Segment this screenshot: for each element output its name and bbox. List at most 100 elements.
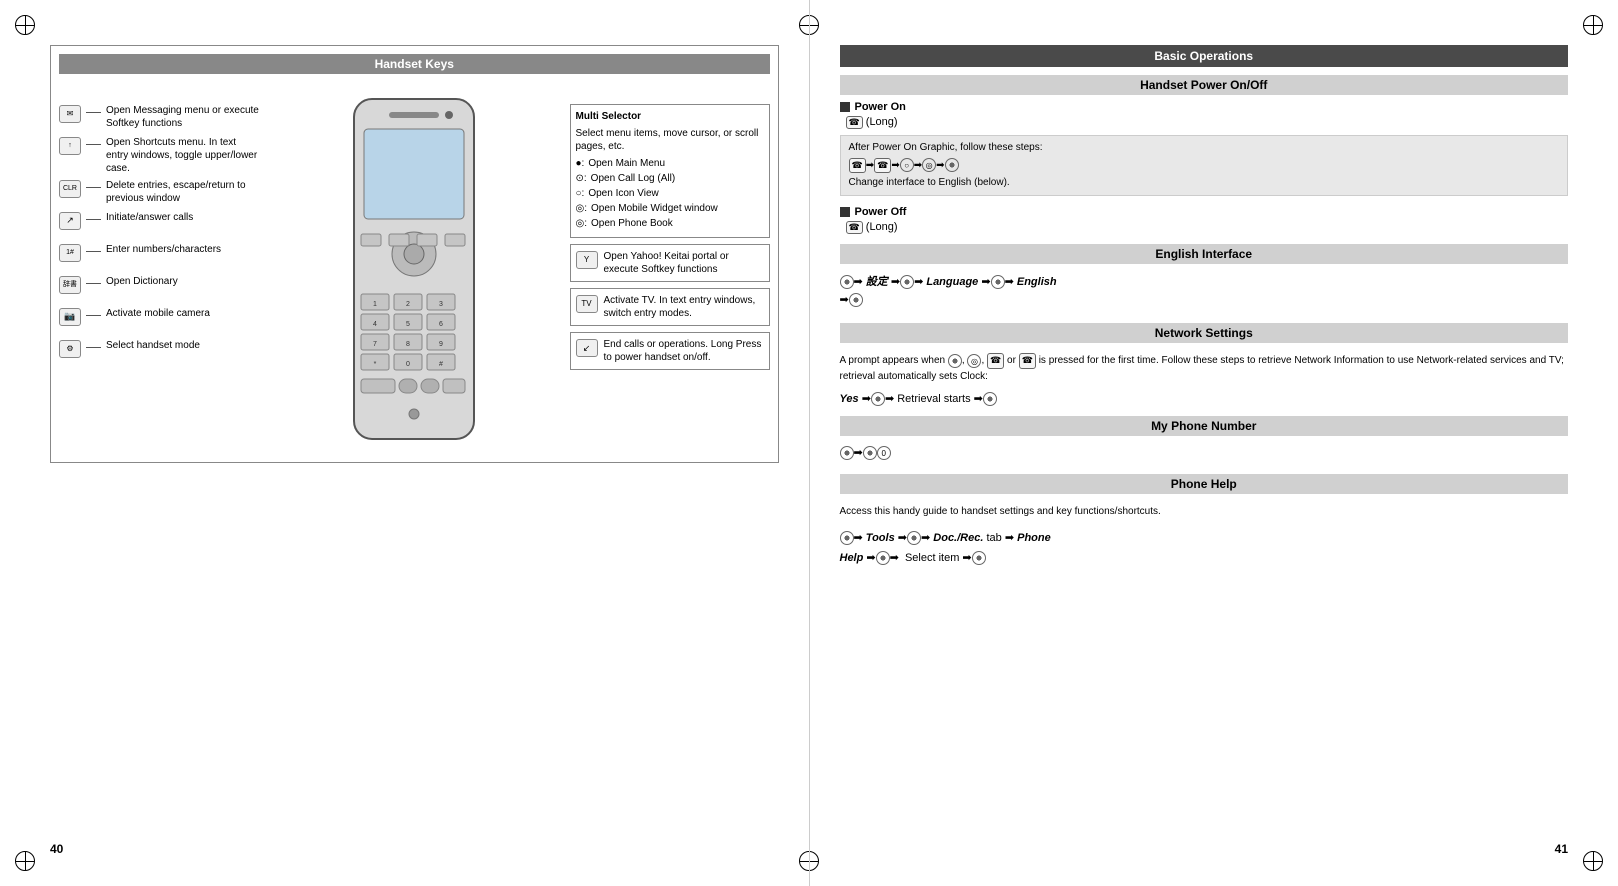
- network-steps: Yes ➡➡ Retrieval starts ➡: [840, 392, 1569, 406]
- bullet: ⊙:: [576, 172, 587, 185]
- list-item: ↗ Initiate/answer calls: [59, 211, 259, 239]
- camera-icon: 📷: [59, 308, 81, 326]
- list-item: 📷 Activate mobile camera: [59, 307, 259, 335]
- yahoo-label: Open Yahoo! Keitai portal or execute Sof…: [604, 250, 764, 276]
- numbers-icon: 1#: [59, 244, 81, 262]
- page-spread: Handset Keys ✉ Open Messaging menu or ex…: [0, 0, 1618, 886]
- list-item: 1# Enter numbers/characters: [59, 243, 259, 271]
- phone-help-intro: Access this handy guide to handset setti…: [840, 500, 1569, 523]
- info-intro: After Power On Graphic, follow these ste…: [849, 141, 1560, 155]
- end-callout: ↙ End calls or operations. Long Press to…: [570, 332, 770, 370]
- handset-keys-section: Handset Keys ✉ Open Messaging menu or ex…: [50, 45, 779, 463]
- multi-selector-callout: Multi Selector Select menu items, move c…: [570, 104, 770, 238]
- power-on-label: Power On: [840, 101, 1569, 113]
- svg-text:*: *: [374, 361, 377, 368]
- svg-text:1: 1: [373, 301, 377, 308]
- label-text: Open Shortcuts menu. In text entry windo…: [106, 136, 259, 175]
- bullet: ●:: [576, 157, 585, 170]
- power-on-info-box: After Power On Graphic, follow these ste…: [840, 135, 1569, 196]
- svg-text:3: 3: [439, 301, 443, 308]
- svg-text:0: 0: [406, 361, 410, 368]
- list-item: ◎: Open Mobile Widget window: [576, 202, 764, 215]
- messaging-icon: ✉: [59, 105, 81, 123]
- yahoo-icon: Y: [576, 251, 598, 269]
- end-icon: ↙: [576, 339, 598, 357]
- svg-text:#: #: [439, 361, 443, 368]
- sub-header-my-phone: My Phone Number: [840, 416, 1569, 436]
- power-off-symbol: ☎ (Long): [840, 221, 1569, 234]
- label-text: Open Messaging menu or execute Softkey f…: [106, 104, 259, 130]
- callout-title: Multi Selector: [576, 110, 764, 124]
- label-text: Select handset mode: [106, 339, 200, 352]
- shortcuts-icon: ↑: [59, 137, 81, 155]
- power-off-subsection: Power Off ☎ (Long): [840, 206, 1569, 234]
- mode-icon: ⚙: [59, 340, 81, 358]
- end-label: End calls or operations. Long Press to p…: [604, 338, 764, 364]
- list-item: ↑ Open Shortcuts menu. In text entry win…: [59, 136, 259, 175]
- label-text: Open Dictionary: [106, 275, 178, 288]
- label-text: Delete entries, escape/return to previou…: [106, 179, 259, 205]
- clear-icon: CLR: [59, 180, 81, 198]
- svg-text:6: 6: [439, 321, 443, 328]
- info-steps: ☎➡☎➡○➡◎➡: [849, 158, 1560, 173]
- square-bullet: [840, 207, 850, 217]
- power-on-symbol: ☎ (Long): [840, 116, 1569, 129]
- sub-header-network: Network Settings: [840, 323, 1569, 343]
- bullet: ◎:: [576, 202, 588, 215]
- svg-text:5: 5: [406, 321, 410, 328]
- label-text: Enter numbers/characters: [106, 243, 221, 256]
- list-item: ◎: Open Phone Book: [576, 217, 764, 230]
- right-callouts: Multi Selector Select menu items, move c…: [570, 84, 770, 454]
- english-content: ➡ 設定 ➡➡ Language ➡➡ English ➡: [840, 270, 1569, 313]
- svg-text:4: 4: [373, 321, 377, 328]
- dictionary-icon: 辞書: [59, 276, 81, 294]
- list-item: ✉ Open Messaging menu or execute Softkey…: [59, 104, 259, 132]
- tv-icon: TV: [576, 295, 598, 313]
- label-text: Activate mobile camera: [106, 307, 210, 320]
- phone-image-area: 1 2 3 4 5 6 7: [269, 84, 560, 454]
- list-item: ●: Open Main Menu: [576, 157, 764, 170]
- page-number-left: 40: [50, 842, 63, 856]
- phone-help-section: Access this handy guide to handset setti…: [840, 500, 1569, 569]
- english-interface-section: ➡ 設定 ➡➡ Language ➡➡ English ➡: [840, 270, 1569, 313]
- network-settings-section: A prompt appears when , ◎, ☎ or ☎ is pre…: [840, 349, 1569, 406]
- svg-text:8: 8: [406, 341, 410, 348]
- tv-label: Activate TV. In text entry windows, swit…: [604, 294, 764, 320]
- power-on-title: Power On: [855, 101, 906, 113]
- section-header-basic-ops: Basic Operations: [840, 45, 1569, 67]
- circle-btn: [840, 275, 854, 289]
- label-text: Initiate/answer calls: [106, 211, 193, 224]
- basic-ops-section: Basic Operations Handset Power On/Off Po…: [840, 45, 1569, 568]
- bullet: ○:: [576, 187, 585, 200]
- phone-svg: 1 2 3 4 5 6 7: [339, 94, 489, 454]
- list-item: ⊙: Open Call Log (All): [576, 172, 764, 185]
- left-labels: ✉ Open Messaging menu or execute Softkey…: [59, 84, 259, 454]
- callout-items: ●: Open Main Menu ⊙: Open Call Log (All)…: [576, 157, 764, 230]
- callout-description: Select menu items, move cursor, or scrol…: [576, 127, 764, 153]
- phone-symbol-off: ☎: [846, 221, 863, 234]
- yahoo-callout: Y Open Yahoo! Keitai portal or execute S…: [570, 244, 770, 282]
- my-phone-content: ➡0: [840, 442, 1569, 464]
- power-on-subsection: Power On ☎ (Long) After Power On Graphic…: [840, 101, 1569, 196]
- info-follow: Change interface to English (below).: [849, 176, 1560, 190]
- sub-header-english: English Interface: [840, 244, 1569, 264]
- square-bullet: [840, 102, 850, 112]
- call-icon: ↗: [59, 212, 81, 230]
- phone-symbol: ☎: [846, 116, 863, 129]
- bullet: ◎:: [576, 217, 588, 230]
- handset-keys-content: ✉ Open Messaging menu or execute Softkey…: [59, 84, 770, 454]
- page-number-right: 41: [1555, 842, 1568, 856]
- sub-header-phone-help: Phone Help: [840, 474, 1569, 494]
- network-content: A prompt appears when , ◎, ☎ or ☎ is pre…: [840, 349, 1569, 388]
- power-off-title: Power Off: [855, 206, 907, 218]
- handset-keys-title: Handset Keys: [59, 54, 770, 74]
- list-item: ⚙ Select handset mode: [59, 339, 259, 367]
- list-item: 辞書 Open Dictionary: [59, 275, 259, 303]
- left-page: Handset Keys ✉ Open Messaging menu or ex…: [0, 0, 810, 886]
- sub-header-power: Handset Power On/Off: [840, 75, 1569, 95]
- svg-text:9: 9: [439, 341, 443, 348]
- svg-text:2: 2: [406, 301, 410, 308]
- tv-callout: TV Activate TV. In text entry windows, s…: [570, 288, 770, 326]
- list-item: ○: Open Icon View: [576, 187, 764, 200]
- svg-text:7: 7: [373, 341, 377, 348]
